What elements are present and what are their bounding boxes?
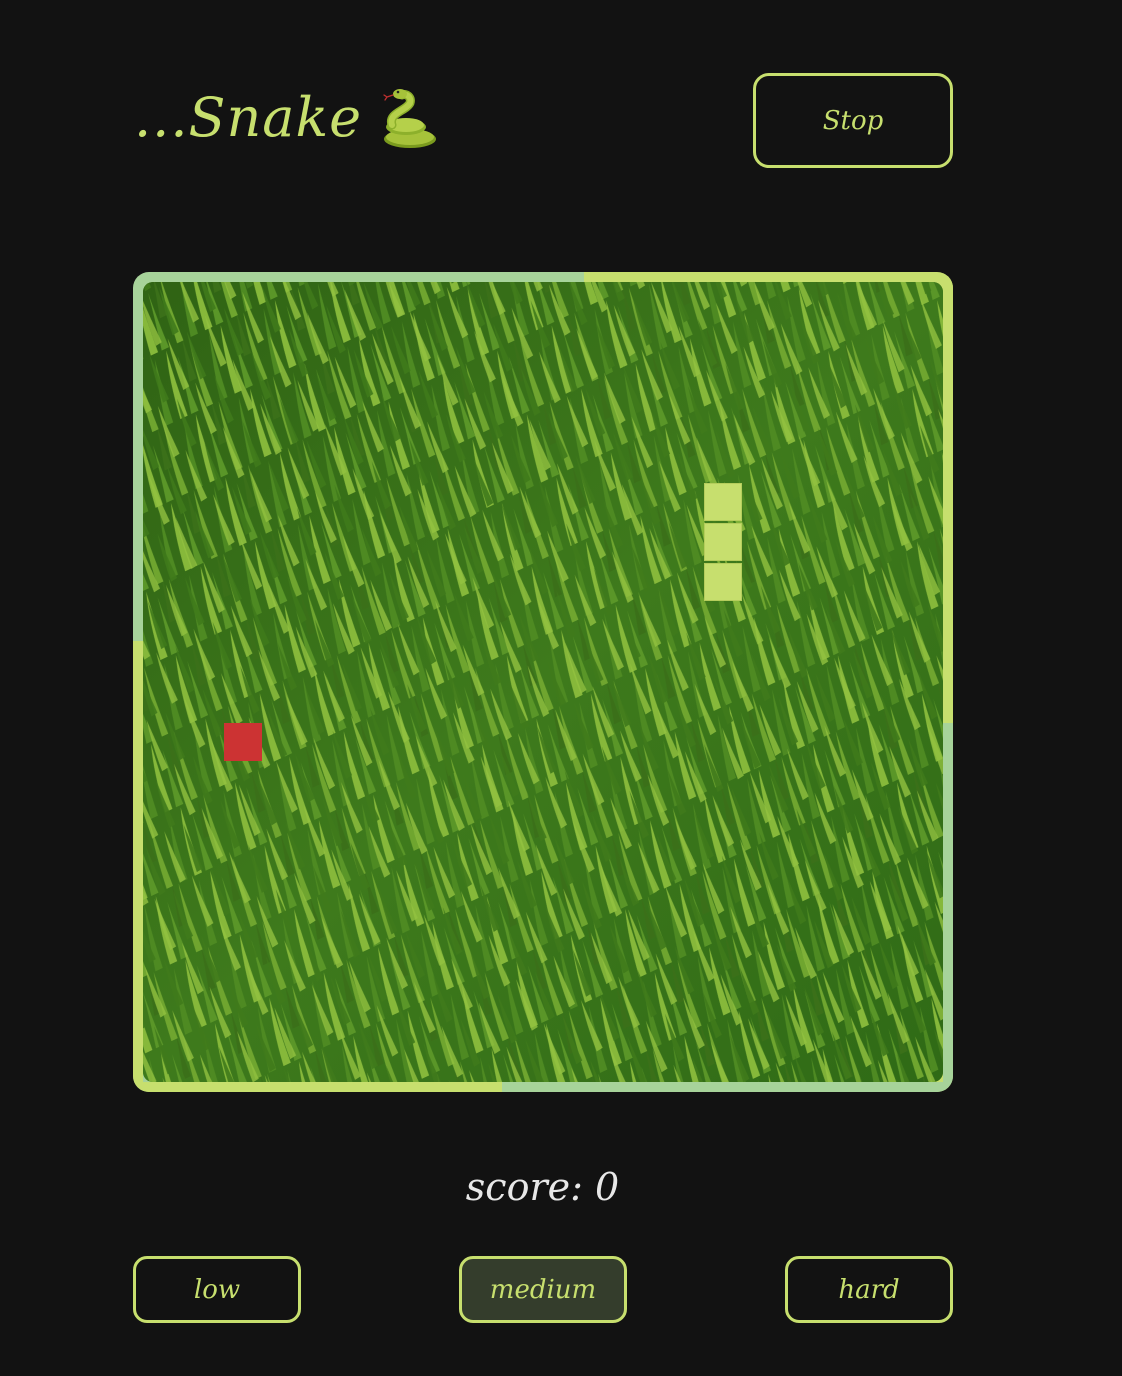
snake-game: ...Snake Stop score: 0 low medium hard xyxy=(0,0,1122,1376)
stop-button[interactable]: Stop xyxy=(753,73,953,168)
score-value: 0 xyxy=(595,1165,620,1209)
page-title: ...Snake xyxy=(134,82,442,154)
snake-segment xyxy=(704,523,742,561)
title-text: ...Snake xyxy=(134,86,363,149)
game-board-frame xyxy=(133,272,953,1092)
grass-background xyxy=(143,282,943,1082)
snake-segment xyxy=(704,563,742,601)
score-label: score: xyxy=(465,1165,583,1209)
food-item xyxy=(224,723,262,761)
difficulty-low-button[interactable]: low xyxy=(133,1256,301,1323)
difficulty-hard-button[interactable]: hard xyxy=(785,1256,953,1323)
snake-icon xyxy=(376,85,442,151)
score-display: score: 0 xyxy=(0,1160,1085,1214)
snake-head xyxy=(704,483,742,521)
game-board[interactable] xyxy=(143,282,943,1082)
difficulty-medium-button[interactable]: medium xyxy=(459,1256,627,1323)
